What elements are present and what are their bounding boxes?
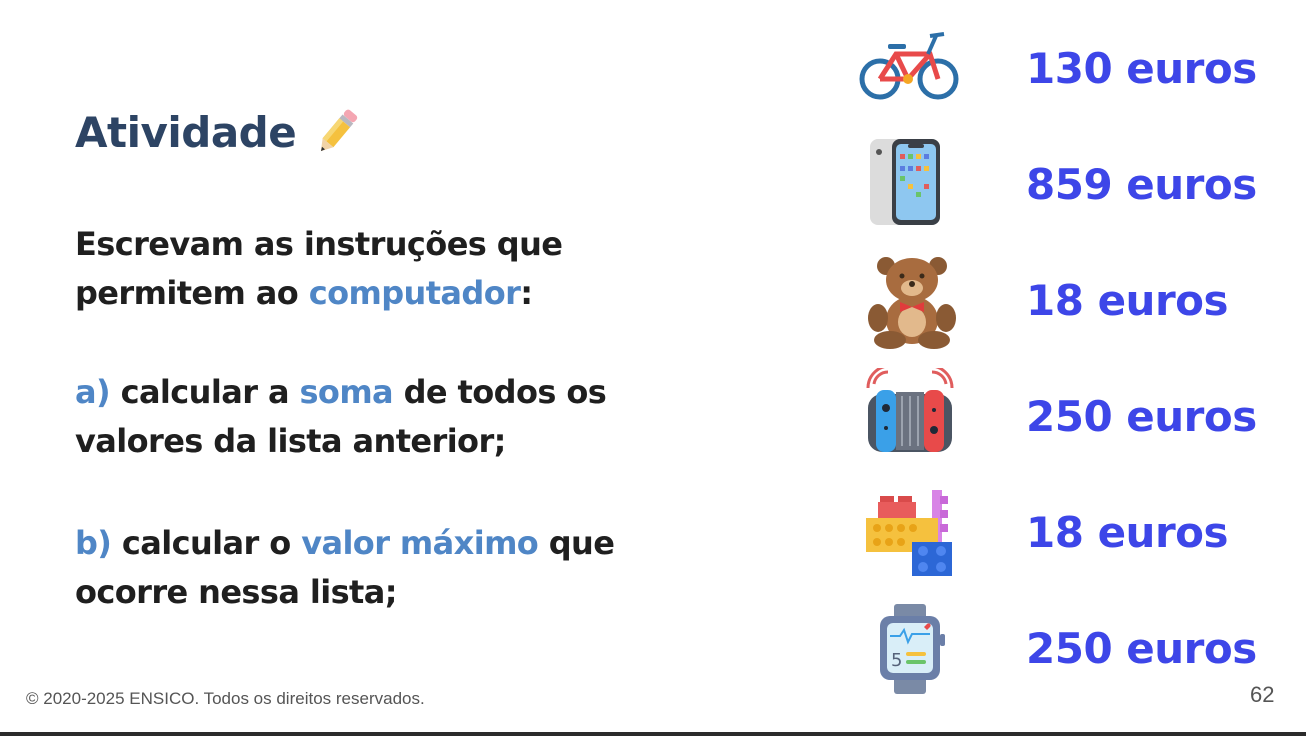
item-teddy-bear: 18 euros bbox=[850, 252, 1290, 352]
intro-text: permitem ao bbox=[75, 274, 309, 312]
pencil-icon bbox=[321, 109, 358, 152]
bicycle-icon bbox=[859, 32, 959, 100]
soma-highlight: soma bbox=[299, 373, 394, 411]
task-b-label: b) bbox=[75, 524, 112, 562]
intro-colon: : bbox=[520, 274, 533, 312]
valor-maximo-highlight: valor máximo bbox=[301, 524, 539, 562]
svg-text:5: 5 bbox=[891, 650, 902, 671]
slide-title: Atividade bbox=[75, 105, 364, 159]
task-b-line-1: b) calcular o valor máximo que bbox=[75, 519, 695, 568]
price-game-console: 250 euros bbox=[1026, 392, 1257, 441]
task-a-line-1: a) calcular a soma de todos os bbox=[75, 368, 695, 417]
slide: Atividade Escrevam as instruções que per… bbox=[0, 0, 1306, 732]
computador-highlight: computador bbox=[308, 274, 521, 312]
price-bicycle: 130 euros bbox=[1026, 44, 1257, 93]
task-b-text-2: que bbox=[538, 524, 615, 562]
item-smartphone: 859 euros bbox=[850, 136, 1290, 236]
game-console-icon bbox=[866, 368, 954, 452]
smartwatch-icon: 5 bbox=[880, 604, 945, 694]
task-a-text-2: de todos os bbox=[393, 373, 607, 411]
price-smartphone: 859 euros bbox=[1026, 160, 1257, 209]
teddy-bear-icon bbox=[868, 257, 956, 349]
page-number: 62 bbox=[1250, 682, 1275, 707]
copyright-footer: © 2020-2025 ENSICO. Todos os direitos re… bbox=[26, 689, 425, 708]
title-text: Atividade bbox=[75, 107, 297, 157]
price-teddy-bear: 18 euros bbox=[1026, 276, 1229, 325]
task-b-line-2: ocorre nessa lista; bbox=[75, 573, 398, 611]
bottom-border bbox=[0, 732, 1306, 736]
task-a-text-1: calcular a bbox=[110, 373, 300, 411]
item-bicycle: 130 euros bbox=[850, 20, 1290, 120]
task-b: b) calcular o valor máximo que ocorre ne… bbox=[75, 519, 695, 617]
item-smartwatch: 5 250 euros bbox=[850, 600, 1290, 700]
item-game-console: 250 euros bbox=[850, 368, 1290, 468]
price-lego-blocks: 18 euros bbox=[1026, 508, 1229, 557]
price-smartwatch: 250 euros bbox=[1026, 624, 1257, 673]
item-lego-blocks: 18 euros bbox=[850, 484, 1290, 584]
task-b-text-1: calcular o bbox=[111, 524, 302, 562]
intro-line-2: permitem ao computador: bbox=[75, 269, 695, 318]
intro-line-1: Escrevam as instruções que bbox=[75, 225, 563, 263]
intro-paragraph: Escrevam as instruções que permitem ao c… bbox=[75, 220, 695, 318]
smartphone-icon bbox=[870, 139, 940, 225]
task-a-line-2: valores da lista anterior; bbox=[75, 422, 506, 460]
task-a-label: a) bbox=[75, 373, 111, 411]
lego-blocks-icon bbox=[866, 490, 952, 576]
task-a: a) calcular a soma de todos os valores d… bbox=[75, 368, 695, 466]
